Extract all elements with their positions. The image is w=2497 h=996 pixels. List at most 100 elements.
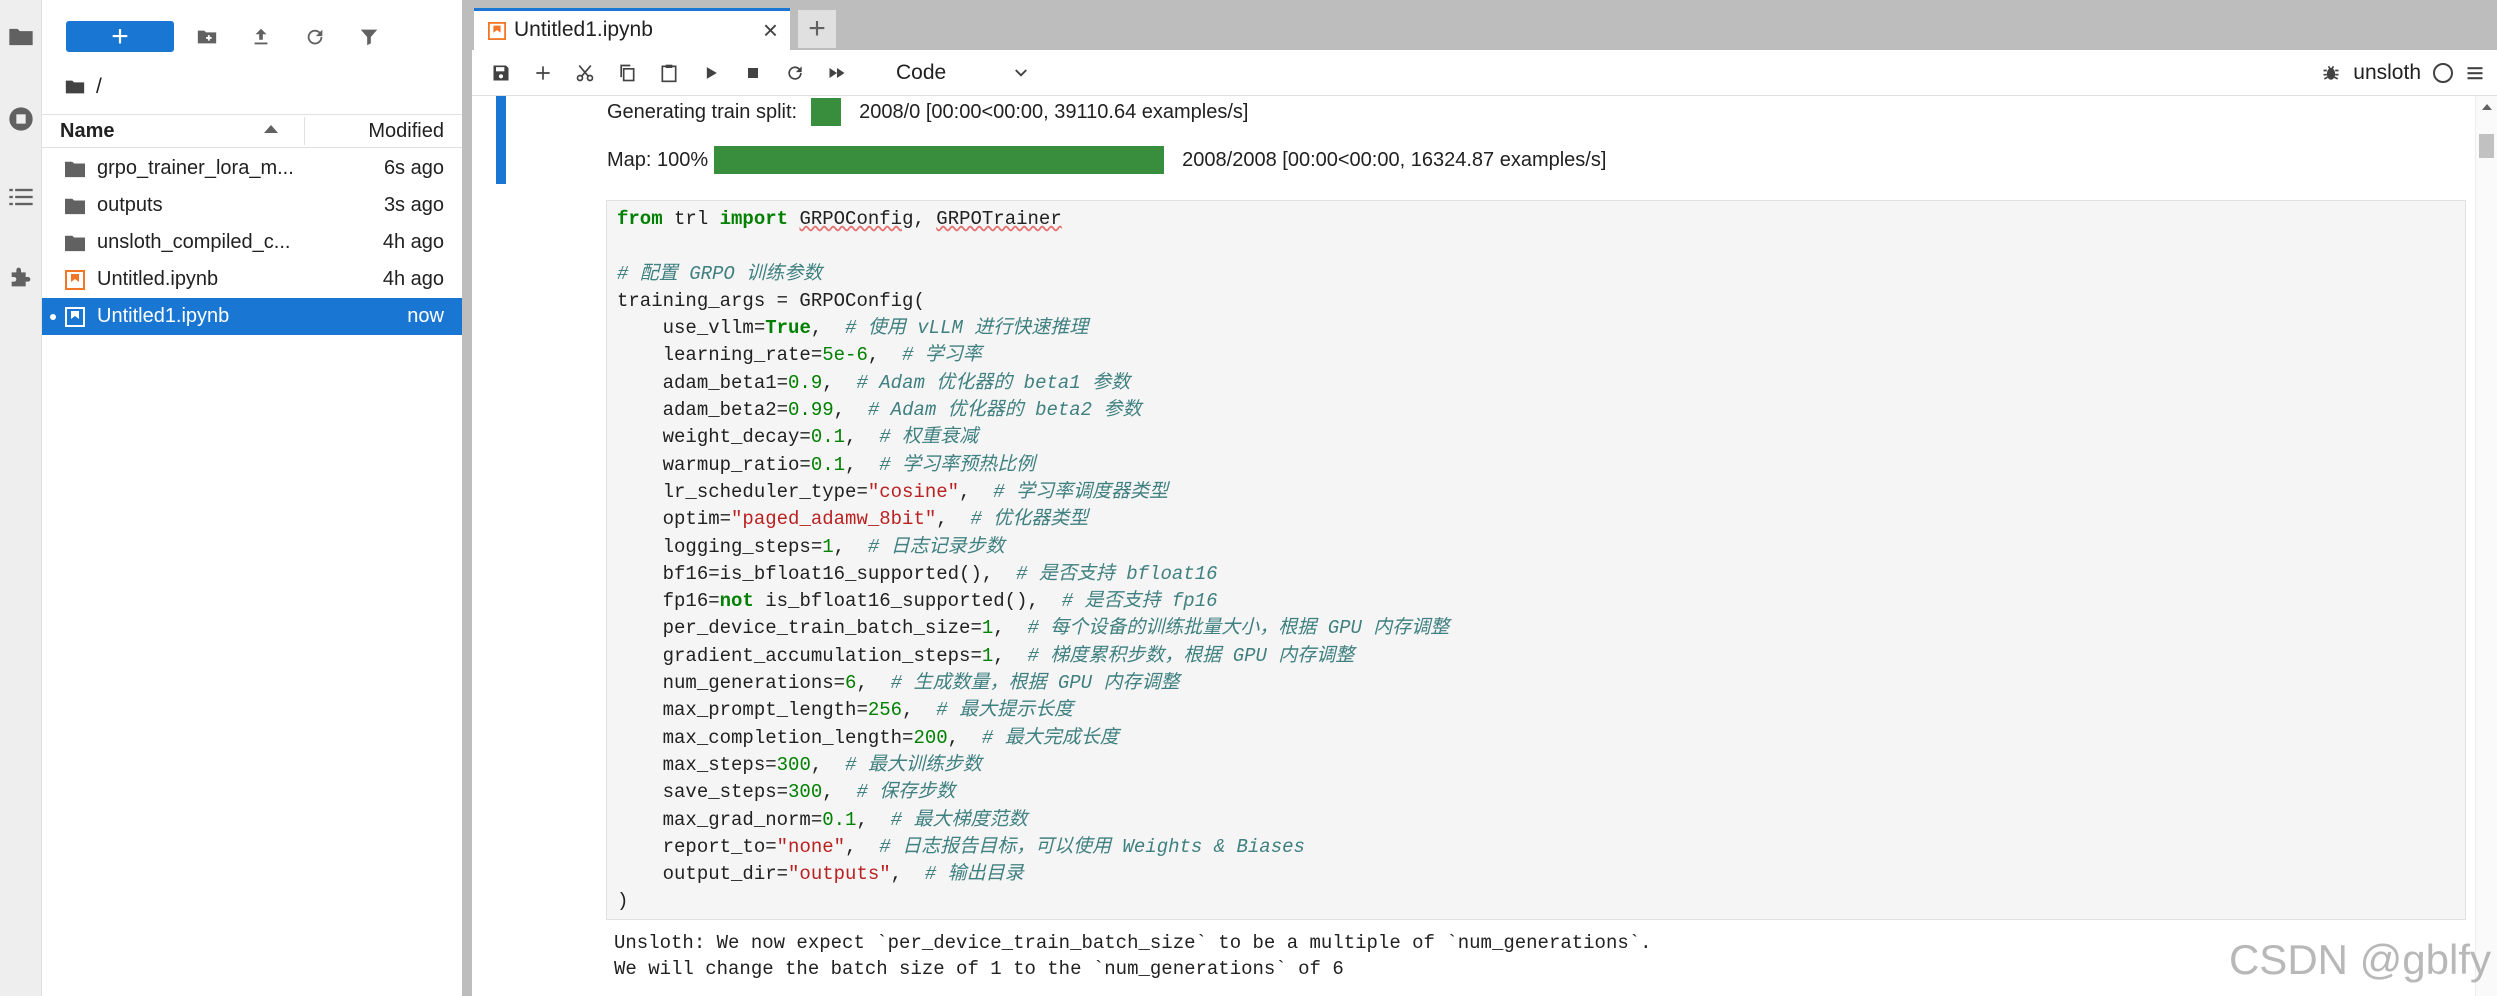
folder-icon[interactable] — [2, 12, 40, 62]
upload-button[interactable] — [246, 22, 276, 52]
cut-button[interactable] — [570, 58, 600, 88]
file-name: outputs — [97, 194, 163, 216]
extensions-icon[interactable] — [2, 252, 40, 302]
code-text: from trl import GRPOConfig, GRPOTrainer … — [617, 208, 1450, 913]
notebook-toolbar: Code unsloth — [472, 50, 2497, 96]
refresh-icon — [307, 29, 323, 45]
folder-icon — [65, 161, 85, 178]
paste-icon — [661, 64, 677, 83]
file-browser: + / Name Modified grpo_trainer_lora_m...… — [42, 0, 462, 996]
chevron-down-icon — [1015, 69, 1027, 77]
output-generating-train-split: Generating train split: 2008/0 [00:00<00… — [607, 98, 1248, 126]
add-tab-button[interactable]: + — [798, 10, 836, 48]
filter-icon — [360, 29, 378, 46]
progress-bar — [811, 98, 842, 126]
insert-cell-button[interactable] — [528, 58, 558, 88]
cell-output: Unsloth: We now expect `per_device_train… — [614, 930, 1652, 982]
column-name-header[interactable]: Name — [60, 120, 114, 143]
progress-text: 2008/0 [00:00<00:00, 39110.64 examples/s… — [859, 100, 1249, 123]
refresh-button[interactable] — [300, 22, 330, 52]
scroll-up-icon[interactable] — [2482, 104, 2492, 110]
kernel-area: unsloth — [2321, 58, 2485, 88]
file-row[interactable]: unsloth_compiled_c... 4h ago — [42, 224, 462, 261]
sort-ascending-icon — [264, 125, 278, 133]
copy-icon — [620, 64, 635, 82]
restart-run-all-button[interactable] — [822, 58, 852, 88]
activity-bar — [0, 0, 42, 996]
fast-forward-icon — [829, 68, 845, 78]
kernel-status-icon — [2433, 63, 2453, 83]
folder-icon[interactable] — [64, 76, 86, 98]
restart-button[interactable] — [780, 58, 810, 88]
file-modified: 4h ago — [382, 231, 444, 253]
file-browser-toolbar: + — [42, 0, 462, 72]
close-icon[interactable]: × — [763, 15, 778, 46]
file-modified: now — [407, 305, 444, 327]
cell-type-value: Code — [896, 61, 947, 84]
code-cell-editor[interactable]: from trl import GRPOConfig, GRPOTrainer … — [606, 200, 2466, 920]
bug-icon[interactable] — [2321, 63, 2341, 83]
file-modified: 4h ago — [382, 268, 444, 290]
plus-icon — [536, 66, 550, 80]
output-map-progress: Map: 100% 2008/2008 [00:00<00:00, 16324.… — [607, 146, 1606, 174]
folder-icon — [65, 235, 85, 252]
watermark: CSDN @gblfy — [2228, 936, 2491, 983]
file-row[interactable]: Untitled.ipynb 4h ago — [42, 261, 462, 298]
copy-button[interactable] — [612, 58, 642, 88]
file-row-selected[interactable]: Untitled1.ipynb now — [42, 298, 462, 335]
save-icon — [493, 65, 509, 81]
main-area: Untitled1.ipynb × + Code unsloth Generat… — [472, 0, 2497, 996]
file-row[interactable]: outputs 3s ago — [42, 187, 462, 224]
file-list-header: Name Modified — [42, 114, 462, 148]
folder-icon — [65, 198, 85, 215]
file-name: Untitled.ipynb — [97, 268, 219, 290]
panel-splitter[interactable] — [462, 0, 472, 996]
save-button[interactable] — [486, 58, 516, 88]
running-kernels-icon[interactable] — [2, 94, 40, 144]
progress-text: 2008/2008 [00:00<00:00, 16324.87 example… — [1182, 148, 1607, 171]
file-row[interactable]: grpo_trainer_lora_m... 6s ago — [42, 150, 462, 187]
file-modified: 3s ago — [383, 194, 444, 216]
file-name: unsloth_compiled_c... — [97, 231, 291, 253]
scrollbar-thumb[interactable] — [2479, 134, 2494, 158]
output-line: Unsloth: We now expect `per_device_train… — [614, 932, 1652, 954]
plus-icon: + — [111, 19, 129, 53]
new-folder-button[interactable] — [192, 22, 222, 52]
new-folder-icon — [197, 30, 217, 44]
breadcrumb-path[interactable]: / — [96, 75, 102, 99]
filter-button[interactable] — [354, 22, 384, 52]
cell-type-select[interactable]: Code — [884, 58, 1034, 88]
tab-label: Untitled1.ipynb — [514, 18, 653, 41]
file-list: grpo_trainer_lora_m... 6s ago outputs 3s… — [42, 150, 462, 335]
progress-bar — [714, 146, 1165, 174]
notebook-icon — [65, 307, 85, 327]
file-modified: 6s ago — [383, 157, 444, 179]
kernel-name[interactable]: unsloth — [2353, 61, 2421, 85]
play-icon — [706, 67, 717, 79]
tab-bar: Untitled1.ipynb × + — [472, 0, 2497, 50]
run-button[interactable] — [696, 58, 726, 88]
breadcrumb: / — [64, 70, 102, 104]
progress-label: Generating train split: — [607, 100, 798, 123]
refresh-icon — [788, 66, 802, 80]
progress-track — [714, 146, 1165, 174]
file-name: grpo_trainer_lora_m... — [97, 157, 294, 179]
scissors-icon — [576, 64, 594, 82]
column-modified-header[interactable]: Modified — [368, 120, 444, 143]
stop-icon — [748, 68, 758, 78]
paste-button[interactable] — [654, 58, 684, 88]
progress-label: Map: 100% — [607, 148, 709, 171]
running-indicator — [50, 314, 56, 320]
menu-icon[interactable] — [2465, 63, 2485, 83]
notebook-panel: Generating train split: 2008/0 [00:00<00… — [472, 96, 2497, 996]
notebook-icon — [65, 270, 85, 290]
vertical-scrollbar[interactable] — [2475, 96, 2497, 996]
table-of-contents-icon[interactable] — [2, 172, 40, 222]
new-launcher-button[interactable]: + — [66, 21, 174, 52]
interrupt-button[interactable] — [738, 58, 768, 88]
upload-icon — [254, 28, 268, 45]
output-line: We will change the batch size of 1 to th… — [614, 958, 1344, 980]
tab-untitled1[interactable]: Untitled1.ipynb × — [474, 8, 790, 50]
cell-collapser[interactable] — [496, 96, 506, 184]
column-divider[interactable] — [304, 117, 305, 145]
